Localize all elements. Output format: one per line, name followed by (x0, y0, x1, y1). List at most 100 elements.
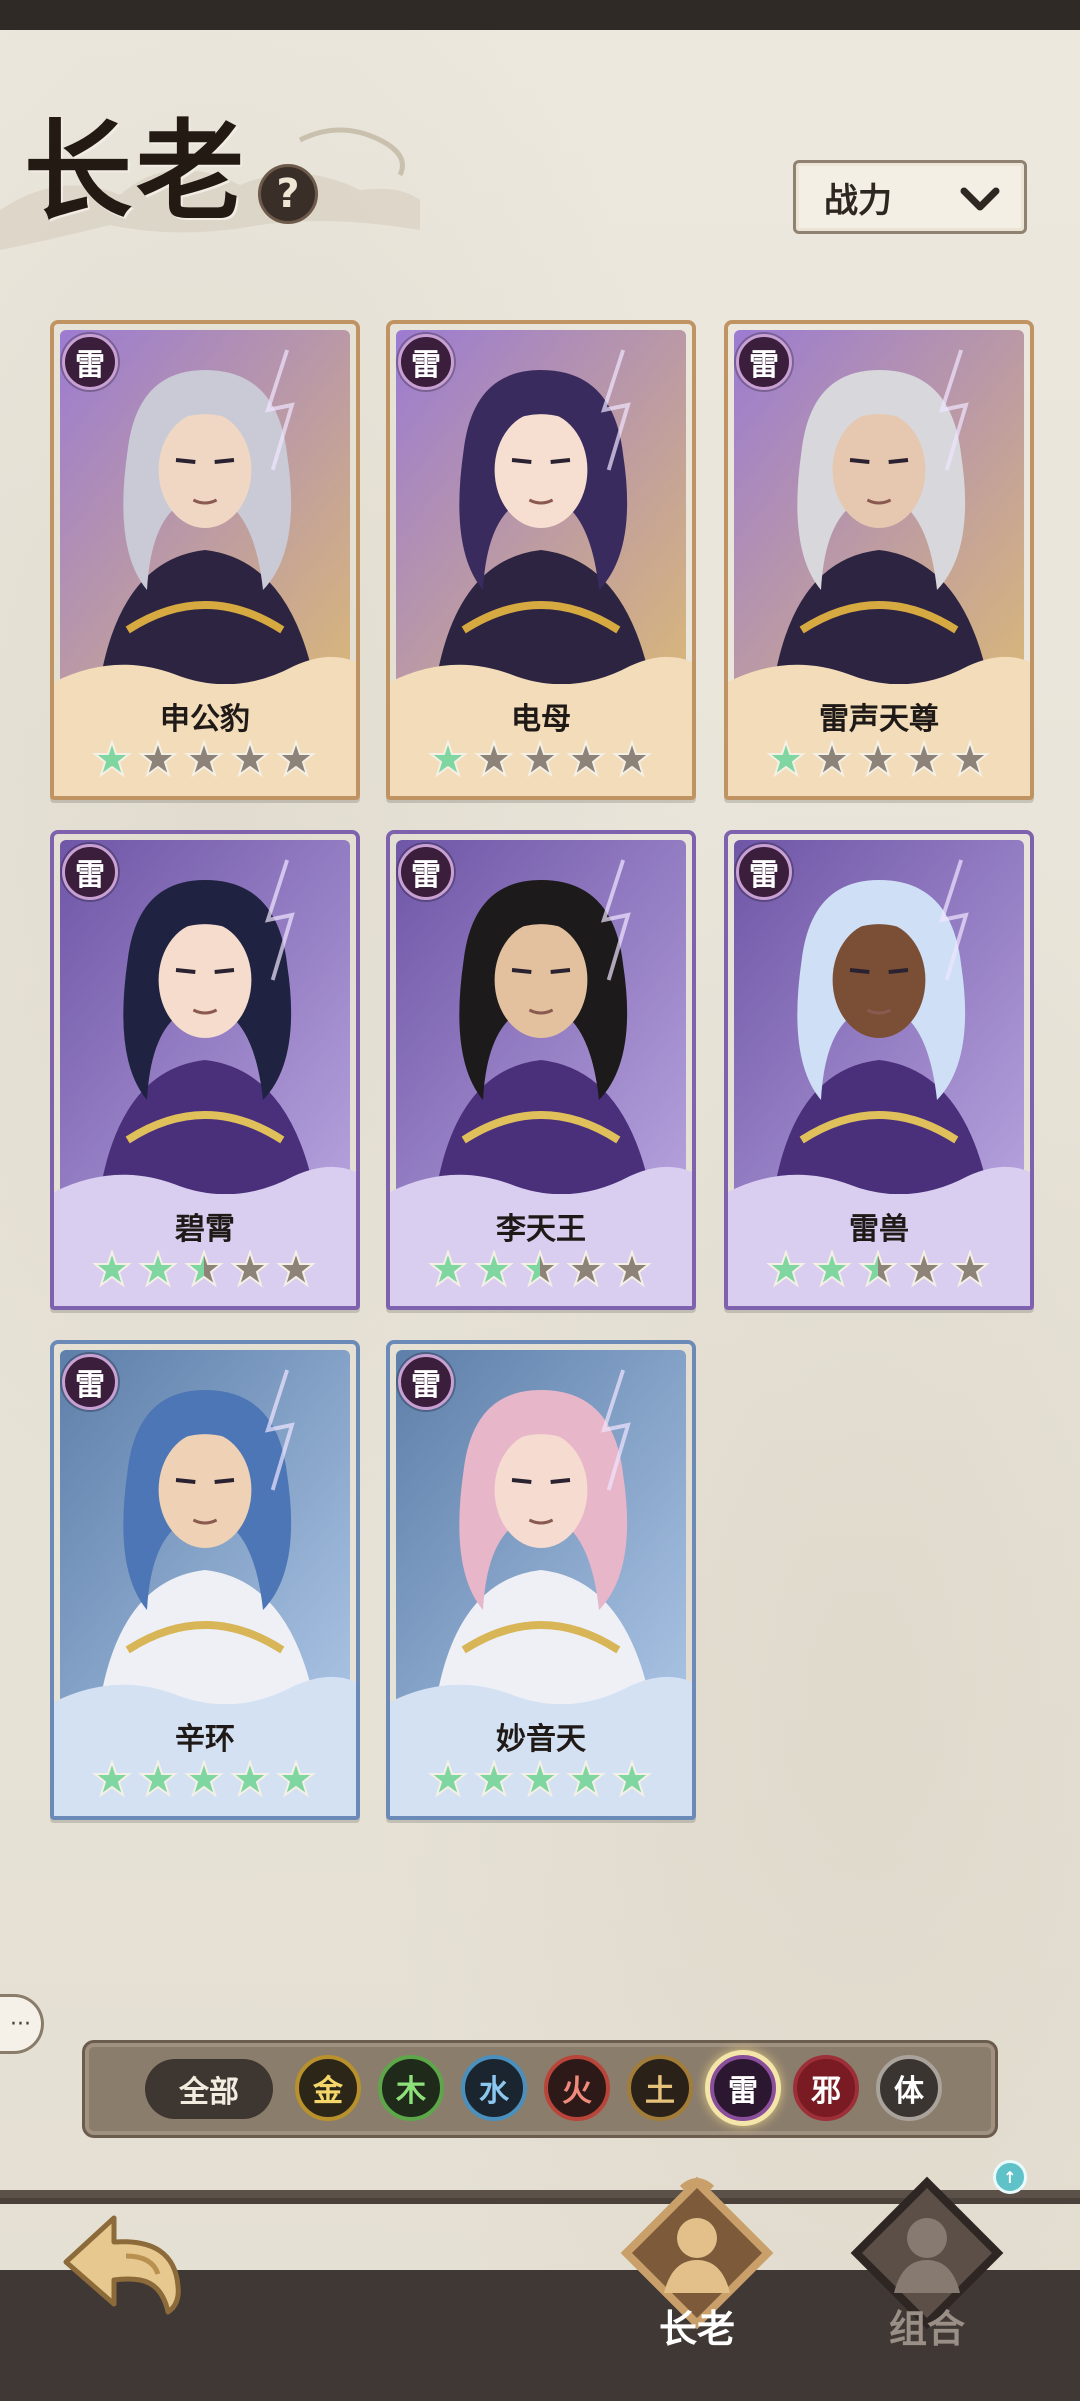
card-wave (54, 656, 356, 702)
nav-tab-label: 长老 (658, 2307, 735, 2351)
elder-name: 李天王 (496, 1212, 586, 1247)
star-icon (474, 740, 514, 778)
sort-dropdown[interactable]: 战力 (793, 160, 1027, 234)
star-icon (138, 1250, 178, 1288)
filter-element-button[interactable]: 水 (461, 2055, 527, 2121)
star-icon (230, 740, 270, 778)
chevron-down-icon (960, 187, 1000, 211)
elder-card[interactable]: 雷电母 (386, 320, 696, 800)
star-icon (230, 1760, 270, 1798)
star-icon (812, 1250, 852, 1288)
star-icon (566, 1760, 606, 1798)
star-icon (428, 1250, 468, 1288)
star-icon (812, 740, 852, 778)
elder-name: 碧霄 (175, 1212, 235, 1247)
filter-element-button[interactable]: 邪 (793, 2055, 859, 2121)
help-button[interactable]: ? (258, 164, 318, 224)
element-badge: 雷 (398, 844, 454, 900)
star-icon (138, 740, 178, 778)
star-icon (138, 1760, 178, 1798)
star-rating (92, 740, 316, 780)
star-icon (276, 1760, 316, 1798)
star-rating (766, 740, 990, 780)
card-wave (390, 656, 692, 702)
star-icon (184, 740, 224, 778)
star-icon (520, 1760, 560, 1798)
star-rating (428, 1250, 652, 1290)
star-icon (520, 740, 560, 778)
star-icon (520, 1250, 560, 1288)
star-icon (612, 740, 652, 778)
upgrade-arrow-icon[interactable]: ↑ (993, 2160, 1027, 2194)
elder-name: 妙音天 (496, 1722, 586, 1757)
card-wave (728, 1166, 1030, 1212)
element-badge: 雷 (736, 334, 792, 390)
back-arrow-icon[interactable] (56, 2200, 192, 2320)
star-rating (428, 1760, 652, 1800)
page-title: 长老 (24, 109, 249, 235)
star-icon (858, 740, 898, 778)
star-icon (474, 1760, 514, 1798)
filter-element-button[interactable]: 木 (378, 2055, 444, 2121)
star-icon (92, 740, 132, 778)
card-wave (390, 1166, 692, 1212)
filter-element-button[interactable]: 体 (876, 2055, 942, 2121)
star-rating (92, 1760, 316, 1800)
elder-name: 辛环 (175, 1722, 235, 1757)
element-badge: 雷 (62, 334, 118, 390)
star-icon (904, 740, 944, 778)
elder-card[interactable]: 雷雷声天尊 (724, 320, 1034, 800)
star-icon (184, 1250, 224, 1288)
elder-name: 电母 (511, 702, 571, 737)
card-wave (728, 656, 1030, 702)
element-badge: 雷 (62, 1354, 118, 1410)
star-icon (766, 1250, 806, 1288)
star-icon (92, 1760, 132, 1798)
star-icon (474, 1250, 514, 1288)
elder-card[interactable]: 雷妙音天 (386, 1340, 696, 1820)
elder-name: 申公豹 (160, 702, 250, 737)
element-badge: 雷 (398, 334, 454, 390)
star-icon (612, 1760, 652, 1798)
star-rating (428, 740, 652, 780)
filter-element-button[interactable]: 雷 (710, 2055, 776, 2121)
star-icon (612, 1250, 652, 1288)
filter-element-button[interactable]: 土 (627, 2055, 693, 2121)
card-wave (390, 1676, 692, 1722)
star-icon (566, 740, 606, 778)
element-badge: 雷 (398, 1354, 454, 1410)
star-icon (950, 1250, 990, 1288)
star-icon (766, 740, 806, 778)
filter-element-button[interactable]: 金 (295, 2055, 361, 2121)
card-wave (54, 1676, 356, 1722)
elder-name: 雷兽 (849, 1212, 909, 1247)
card-wave (54, 1166, 356, 1212)
filter-all-button[interactable]: 全部 (145, 2059, 273, 2119)
star-icon (230, 1250, 270, 1288)
elder-card[interactable]: 雷雷兽 (724, 830, 1034, 1310)
elder-name: 雷声天尊 (819, 702, 939, 737)
chat-bubble-icon: ··· (10, 2011, 31, 2037)
status-bar (0, 0, 1080, 30)
star-icon (276, 740, 316, 778)
help-icon: ? (276, 171, 300, 217)
elder-card[interactable]: 雷申公豹 (50, 320, 360, 800)
elder-card[interactable]: 雷李天王 (386, 830, 696, 1310)
filter-element-button[interactable]: 火 (544, 2055, 610, 2121)
element-filter-bar: 全部 金木水火土雷邪体 (82, 2040, 998, 2138)
star-rating (92, 1250, 316, 1290)
element-badge: 雷 (736, 844, 792, 900)
elder-card[interactable]: 雷碧霄 (50, 830, 360, 1310)
star-rating (766, 1250, 990, 1290)
star-icon (566, 1250, 606, 1288)
elder-card[interactable]: 雷辛环 (50, 1340, 360, 1820)
star-icon (184, 1760, 224, 1798)
star-icon (276, 1250, 316, 1288)
star-icon (904, 1250, 944, 1288)
element-badge: 雷 (62, 844, 118, 900)
star-icon (428, 1760, 468, 1798)
star-icon (858, 1250, 898, 1288)
star-icon (950, 740, 990, 778)
sort-selected-label: 战力 (824, 180, 892, 221)
star-icon (428, 740, 468, 778)
